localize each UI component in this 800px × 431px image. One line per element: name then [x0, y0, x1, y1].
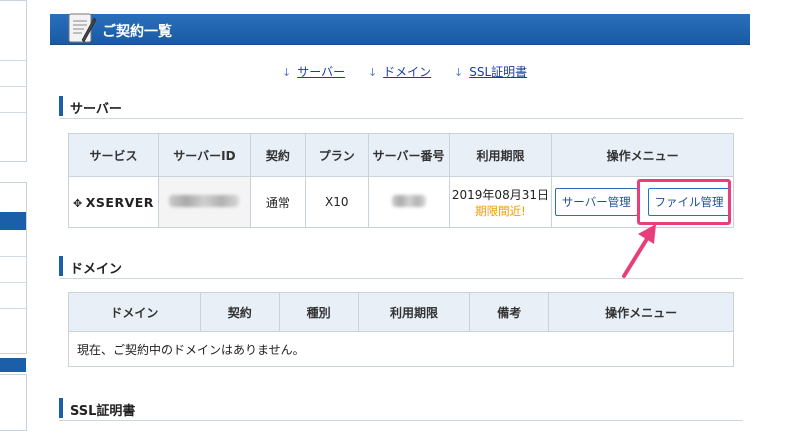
sidebar-panel-bottom [0, 374, 27, 431]
column-header: 操作メニュー [551, 133, 734, 177]
sidebar-divider [0, 256, 26, 257]
sidebar [0, 0, 28, 431]
sidebar-divider [0, 86, 26, 87]
expiry-date: 2019年08月31日 [451, 187, 549, 202]
server-id-cell [157, 176, 251, 228]
section-title: SSL証明書 [70, 404, 136, 419]
table-header-row: ドメイン 契約 種別 利用期限 備考 操作メニュー [68, 292, 734, 332]
table-row: 現在、ご契約中のドメインはありません。 [68, 331, 734, 367]
server-section-heading: サーバー [59, 96, 743, 119]
plan-cell: X10 [304, 176, 369, 228]
anchor-link-server[interactable]: ↓ サーバー [282, 63, 345, 80]
diamond-logo-icon: ✥ [73, 196, 83, 210]
section-accent-bar [59, 96, 63, 116]
sidebar-divider [0, 60, 26, 61]
server-table: サービス サーバーID 契約 プラン サーバー番号 利用期限 操作メニュー ✥ X… [68, 133, 734, 228]
table-header-row: サービス サーバーID 契約 プラン サーバー番号 利用期限 操作メニュー [68, 133, 734, 177]
expiry-warning: 期限間近! [475, 203, 526, 218]
column-header: 備考 [469, 292, 550, 332]
server-manage-button[interactable]: サーバー管理 [554, 188, 638, 216]
contract-document-icon [64, 10, 98, 46]
service-cell: ✥ XSERVER [68, 176, 159, 228]
server-number-cell [367, 176, 450, 228]
anchor-link-domain[interactable]: ↓ ドメイン [368, 63, 431, 80]
column-header: 利用期限 [448, 133, 553, 177]
anchor-nav: ↓ サーバー ↓ ドメイン ↓ SSL証明書 [282, 63, 546, 80]
empty-message: 現在、ご契約中のドメインはありません。 [68, 331, 734, 367]
redacted-server-number [391, 194, 426, 207]
domain-section-heading: ドメイン [59, 256, 743, 279]
redacted-server-id [169, 194, 240, 207]
anchor-link-ssl[interactable]: ↓ SSL証明書 [454, 63, 527, 80]
sidebar-section-header [0, 212, 26, 230]
contract-cell: 通常 [249, 176, 306, 228]
down-arrow-icon: ↓ [282, 66, 292, 79]
xserver-logo: ✥ XSERVER [73, 194, 154, 210]
domain-table: ドメイン 契約 種別 利用期限 備考 操作メニュー 現在、ご契約中のドメインはあ… [68, 292, 734, 367]
column-header: サーバー番号 [367, 133, 450, 177]
ssl-section-heading: SSL証明書 [59, 398, 743, 421]
section-title: サーバー [70, 102, 122, 117]
down-arrow-icon: ↓ [367, 66, 378, 79]
column-header: 操作メニュー [548, 292, 734, 332]
page-header: ご契約一覧 [50, 13, 750, 45]
sidebar-divider [0, 308, 26, 309]
expiry-cell: 2019年08月31日 期限間近! [448, 176, 553, 228]
section-title: ドメイン [70, 262, 123, 277]
column-header: 種別 [278, 292, 359, 332]
column-header: サーバーID [157, 133, 251, 177]
section-accent-bar [59, 398, 63, 418]
section-accent-bar [59, 256, 63, 276]
column-header: サービス [68, 133, 159, 177]
sidebar-panel-middle [0, 182, 27, 354]
column-header: 契約 [199, 292, 280, 332]
sidebar-section-header [0, 358, 26, 372]
down-arrow-icon: ↓ [454, 66, 464, 79]
sidebar-divider [0, 112, 26, 113]
sidebar-divider [0, 282, 26, 283]
page-title: ご契約一覧 [102, 24, 172, 40]
column-header: 利用期限 [357, 292, 471, 332]
column-header: プラン [304, 133, 369, 177]
sidebar-panel-top [0, 0, 27, 162]
highlight-box [637, 179, 731, 225]
column-header: 契約 [249, 133, 306, 177]
column-header: ドメイン [68, 292, 201, 332]
